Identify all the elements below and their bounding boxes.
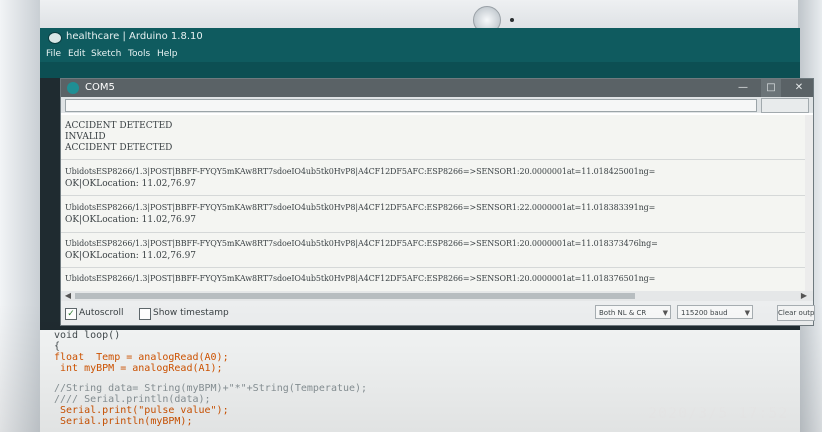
serial-footer: ✓ Autoscroll Show timestamp Both NL & CR… (61, 301, 815, 325)
maximize-icon[interactable]: □ (761, 79, 781, 97)
ide-menubar: File Edit Sketch Tools Help (40, 46, 800, 62)
output-line: UbidotsESP8266/1.3|POST|BBFF-FYQY5mKAw8R… (65, 274, 656, 283)
clear-output-button[interactable]: Clear output (777, 305, 815, 321)
ide-titlebar: healthcare | Arduino 1.8.10 (40, 28, 800, 46)
code-line: int myBPM = analogRead(A1); (54, 363, 223, 374)
close-icon[interactable]: ✕ (789, 79, 809, 97)
serial-titlebar: COM5 — □ ✕ (61, 79, 813, 97)
code-line: Serial.print("pulse value"); (54, 405, 229, 416)
autoscroll-checkbox[interactable]: ✓ (65, 308, 77, 320)
code-line: void loop() (54, 330, 121, 341)
autoscroll-label: Autoscroll (79, 308, 124, 318)
output-line: OK|OKLocation: 11.02,76.97 (65, 179, 197, 189)
ide-toolbar (40, 62, 800, 78)
scroll-thumb[interactable] (75, 293, 635, 299)
output-divider (61, 267, 805, 268)
output-divider (61, 195, 805, 196)
output-line: OK|OKLocation: 11.02,76.97 (65, 215, 197, 225)
serial-output: ACCIDENT DETECTED INVALID ACCIDENT DETEC… (61, 115, 805, 291)
webcam-lens (510, 18, 514, 22)
serial-send-input[interactable] (65, 99, 757, 112)
code-line: //String data= String(myBPM)+"*"+String(… (54, 383, 368, 394)
baud-rate-select[interactable]: 115200 baud ▼ (677, 305, 753, 319)
scroll-left-icon[interactable]: ◀ (63, 291, 73, 301)
minimize-icon[interactable]: — (733, 79, 753, 97)
serial-title: COM5 (85, 82, 115, 93)
chevron-down-icon: ▼ (744, 309, 750, 317)
code-line: { (54, 341, 61, 352)
line-ending-value: Both NL & CR (599, 309, 647, 317)
send-row (61, 97, 813, 113)
code-line: float Temp = analogRead(A0); (54, 352, 229, 363)
menu-sketch[interactable]: Sketch (91, 46, 121, 62)
vertical-scrollbar[interactable] (805, 115, 813, 291)
output-line: UbidotsESP8266/1.3|POST|BBFF-FYQY5mKAw8R… (65, 203, 656, 212)
menu-tools[interactable]: Tools (128, 46, 150, 62)
arduino-logo-icon (48, 32, 62, 44)
menu-edit[interactable]: Edit (68, 46, 85, 62)
output-line: INVALID (65, 132, 106, 142)
menu-file[interactable]: File (46, 46, 61, 62)
arduino-logo-icon (67, 82, 79, 94)
output-divider (61, 159, 805, 160)
output-line: ACCIDENT DETECTED (65, 143, 173, 153)
photo-timestamp: 2020/3/5 17:52 (648, 404, 789, 422)
output-line: UbidotsESP8266/1.3|POST|BBFF-FYQY5mKAw8R… (65, 167, 656, 176)
baud-rate-value: 115200 baud (681, 309, 728, 317)
output-line: UbidotsESP8266/1.3|POST|BBFF-FYQY5mKAw8R… (65, 239, 658, 248)
scroll-right-icon[interactable]: ▶ (799, 291, 809, 301)
ide-title: healthcare | Arduino 1.8.10 (66, 31, 203, 42)
show-timestamp-checkbox[interactable] (139, 308, 151, 320)
show-timestamp-label: Show timestamp (153, 308, 229, 318)
code-line: Serial.println(myBPM); (54, 416, 193, 427)
output-divider (61, 232, 805, 233)
horizontal-scrollbar[interactable]: ◀ ▶ (61, 291, 813, 301)
code-line: //// Serial.println(data); (54, 394, 211, 405)
monitor-bezel-left (0, 0, 40, 432)
menu-help[interactable]: Help (157, 46, 178, 62)
send-button[interactable] (761, 98, 809, 113)
output-line: OK|OKLocation: 11.02,76.97 (65, 251, 197, 261)
line-ending-select[interactable]: Both NL & CR ▼ (595, 305, 671, 319)
serial-monitor-window: COM5 — □ ✕ ACCIDENT DETECTED INVALID ACC… (60, 78, 815, 326)
output-line: ACCIDENT DETECTED (65, 121, 173, 131)
chevron-down-icon: ▼ (662, 309, 668, 317)
